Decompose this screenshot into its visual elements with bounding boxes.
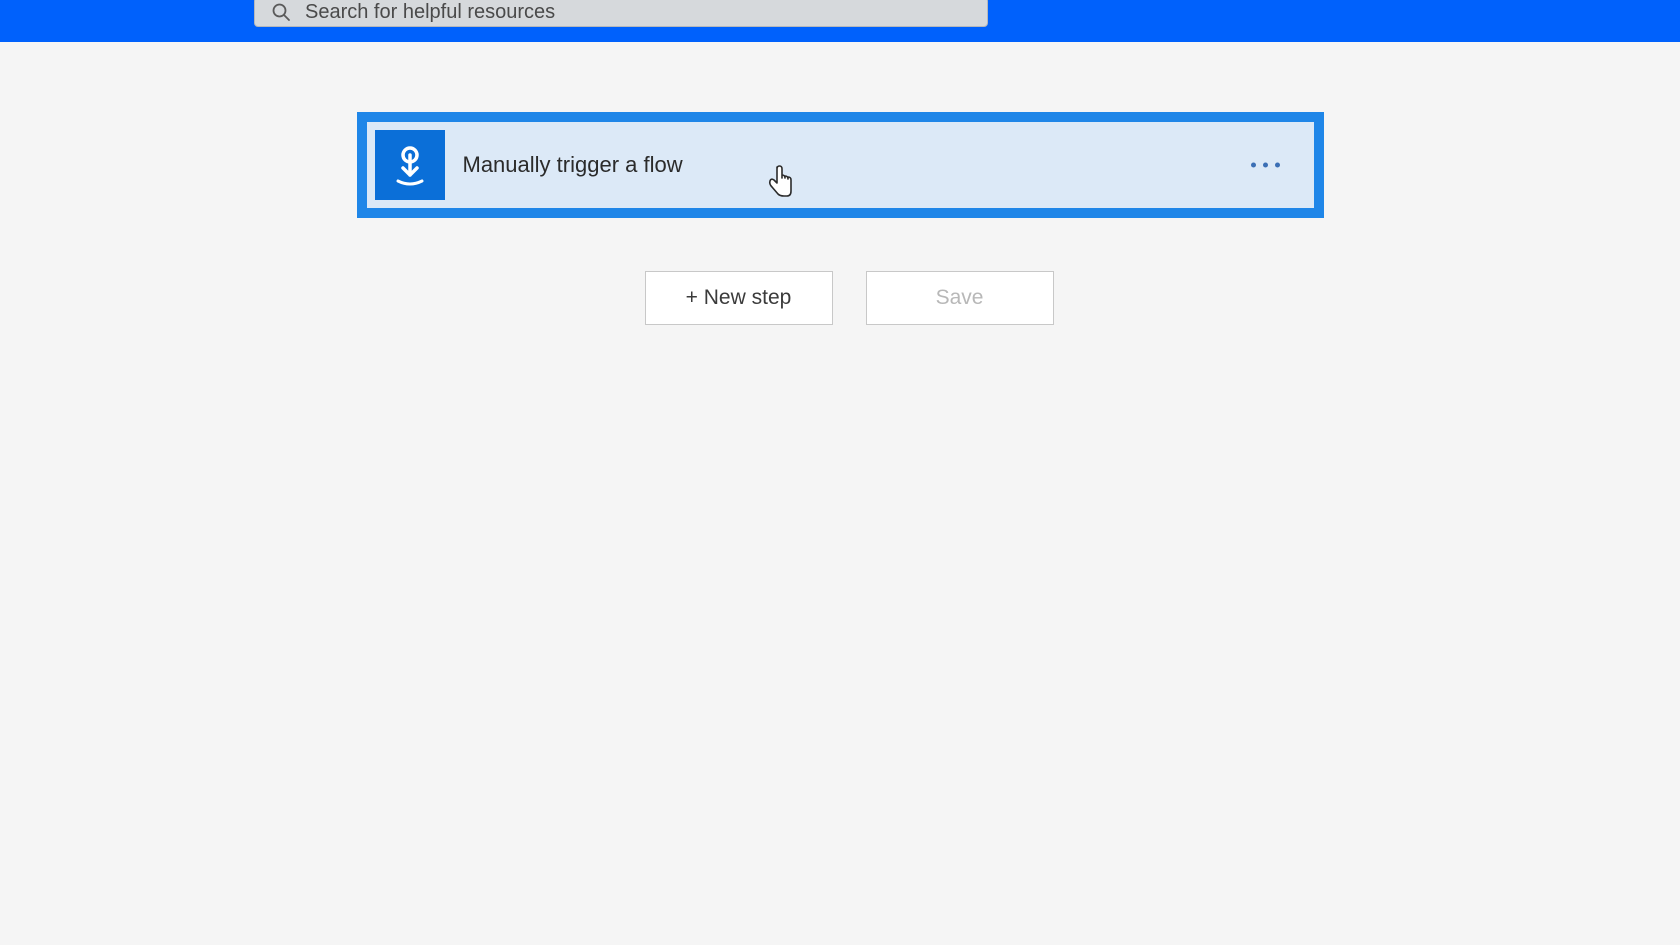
flow-canvas: Manually trigger a flow + New step Save	[0, 42, 1680, 325]
ellipsis-icon	[1263, 163, 1268, 168]
action-button-row: + New step Save	[645, 271, 1054, 325]
app-header	[0, 0, 1680, 42]
trigger-card[interactable]: Manually trigger a flow	[357, 112, 1324, 218]
manual-trigger-icon	[375, 130, 445, 200]
search-box[interactable]	[254, 0, 988, 27]
ellipsis-icon	[1275, 163, 1280, 168]
save-button: Save	[866, 271, 1054, 325]
search-icon	[271, 2, 291, 22]
new-step-button[interactable]: + New step	[645, 271, 833, 325]
trigger-title: Manually trigger a flow	[463, 152, 683, 178]
search-input[interactable]	[305, 1, 971, 24]
ellipsis-icon	[1251, 163, 1256, 168]
trigger-menu-button[interactable]	[1243, 155, 1288, 176]
